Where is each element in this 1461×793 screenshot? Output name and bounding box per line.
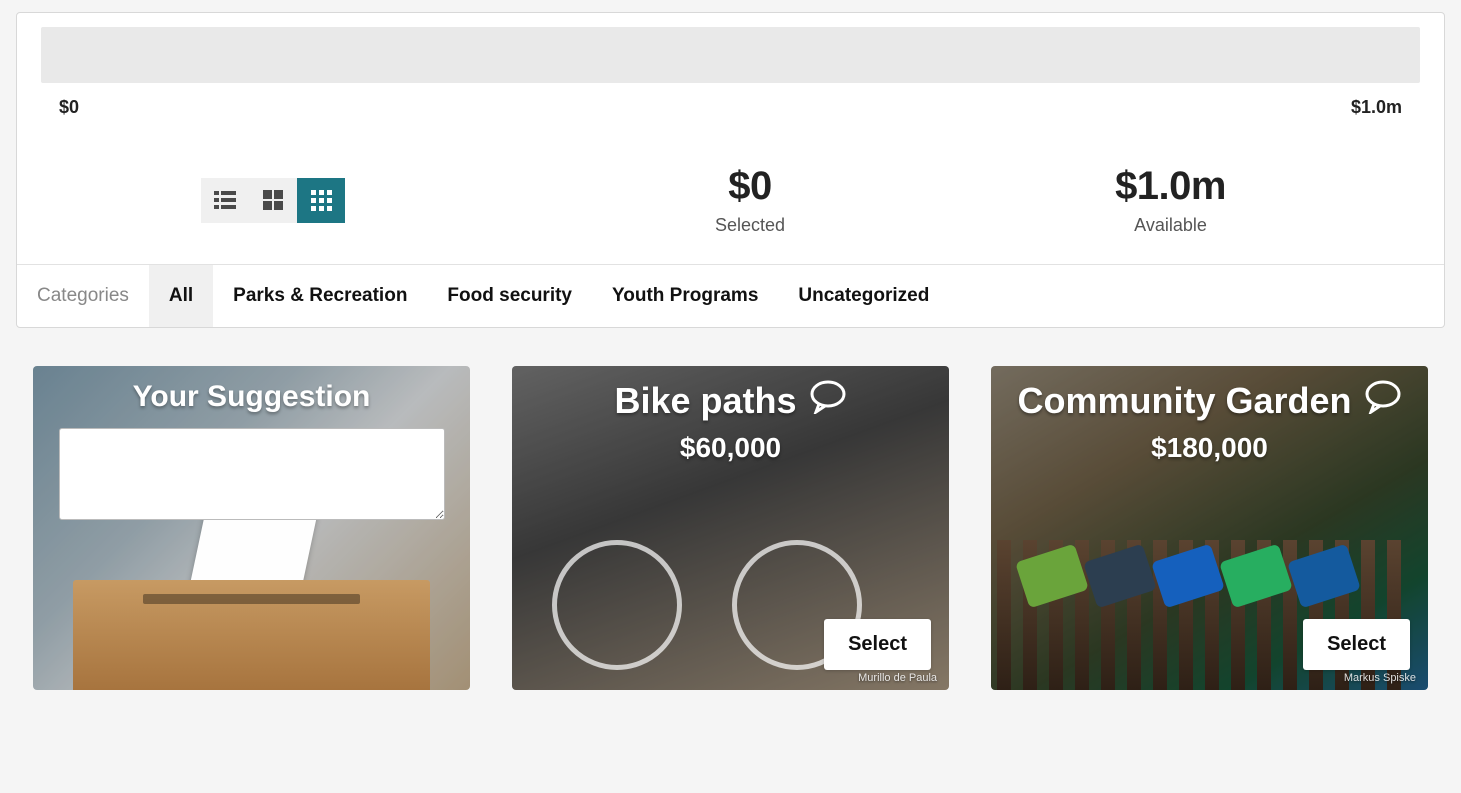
view-small-grid-button[interactable] xyxy=(297,178,345,223)
photo-credit: Murillo de Paula xyxy=(858,672,937,684)
suggestion-input[interactable] xyxy=(59,428,445,520)
stat-available: $1.0m Available xyxy=(1115,164,1226,236)
stat-available-label: Available xyxy=(1115,215,1226,236)
comment-icon[interactable] xyxy=(1364,380,1402,422)
progress-labels: $0 $1.0m xyxy=(41,83,1420,118)
project-title: Bike paths xyxy=(614,380,846,422)
view-large-grid-button[interactable] xyxy=(249,178,297,223)
project-price: $60,000 xyxy=(532,432,929,464)
tab-youth-programs[interactable]: Youth Programs xyxy=(592,265,778,327)
view-list-button[interactable] xyxy=(201,178,249,223)
categories-heading: Categories xyxy=(17,265,149,327)
progress-min: $0 xyxy=(59,97,79,118)
comment-icon[interactable] xyxy=(809,380,847,422)
project-price: $180,000 xyxy=(1011,432,1408,464)
progress-max: $1.0m xyxy=(1351,97,1402,118)
ballot-box-illustration xyxy=(33,570,470,690)
stats-row: $0 Selected $1.0m Available xyxy=(41,118,1420,264)
tab-parks-recreation[interactable]: Parks & Recreation xyxy=(213,265,427,327)
watering-cans-illustration xyxy=(1021,552,1355,600)
project-title: Community Garden xyxy=(1017,380,1401,422)
stat-selected-label: Selected xyxy=(715,215,785,236)
select-button[interactable]: Select xyxy=(1303,619,1410,670)
tab-uncategorized[interactable]: Uncategorized xyxy=(778,265,949,327)
suggestion-title: Your Suggestion xyxy=(53,380,450,414)
select-button[interactable]: Select xyxy=(824,619,931,670)
tab-all[interactable]: All xyxy=(149,265,213,327)
project-card-community-garden[interactable]: Community Garden $180,000 Select Markus … xyxy=(991,366,1428,690)
stat-selected: $0 Selected xyxy=(715,164,785,236)
budget-progress-bar xyxy=(41,27,1420,83)
stat-available-value: $1.0m xyxy=(1115,164,1226,209)
bike-illustration xyxy=(552,510,852,670)
project-cards: Your Suggestion Bike paths $60,000 Selec… xyxy=(0,328,1461,690)
view-toggle xyxy=(201,178,345,223)
photo-credit: Markus Spiske xyxy=(1344,672,1416,684)
category-tabs: Categories All Parks & Recreation Food s… xyxy=(17,264,1444,327)
stat-selected-value: $0 xyxy=(715,164,785,209)
suggestion-card: Your Suggestion xyxy=(33,366,470,690)
tab-food-security[interactable]: Food security xyxy=(427,265,592,327)
project-card-bike-paths[interactable]: Bike paths $60,000 Select Murillo de Pau… xyxy=(512,366,949,690)
budget-panel: $0 $1.0m $0 Selected $1.0m Available Cat… xyxy=(16,12,1445,328)
